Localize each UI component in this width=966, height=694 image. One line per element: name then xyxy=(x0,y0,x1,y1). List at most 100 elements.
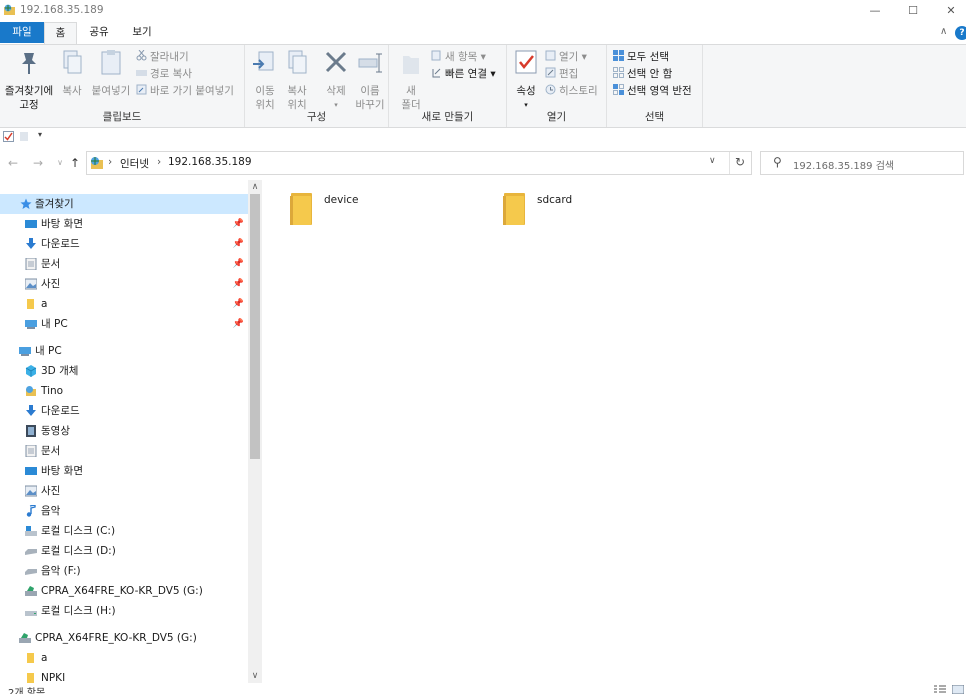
drive-icon xyxy=(25,569,37,575)
properties-checkmark-icon[interactable] xyxy=(3,131,14,142)
sidebar-item-a[interactable]: a 📌 xyxy=(0,294,248,314)
sidebar-item-drive-h[interactable]: 로컬 디스크 (H:) xyxy=(0,601,248,621)
sidebar-item-drive-d[interactable]: 로컬 디스크 (D:) xyxy=(0,541,248,561)
folder-item-device[interactable]: device xyxy=(288,188,438,228)
refresh-button[interactable]: ↻ xyxy=(735,155,745,169)
breadcrumb-separator[interactable]: › xyxy=(157,156,161,168)
scroll-thumb[interactable] xyxy=(250,194,260,459)
folder-name: sdcard xyxy=(537,194,573,206)
open-group: 속성 ▾ 열기 ▾ 편집 히스토리 열기 xyxy=(507,45,607,127)
sidebar-item-videos[interactable]: 동영상 xyxy=(0,421,248,441)
up-button[interactable]: ↑ xyxy=(68,155,82,171)
tab-view[interactable]: 보기 xyxy=(124,22,160,43)
network-folder-icon xyxy=(4,4,15,15)
sidebar-item-music[interactable]: 음악 xyxy=(0,501,248,521)
cut-button[interactable]: 잘라내기 xyxy=(136,49,189,65)
sidebar-item-documents-pc[interactable]: 문서 xyxy=(0,441,248,461)
computer-icon xyxy=(25,320,37,329)
video-icon xyxy=(26,425,36,437)
move-to-button[interactable]: 이동 위치 xyxy=(249,48,281,112)
sidebar-item-pictures[interactable]: 사진 📌 xyxy=(0,274,248,294)
paste-shortcut-button[interactable]: 바로 가기 붙여넣기 xyxy=(136,83,234,99)
computer-icon xyxy=(19,347,31,356)
cube-icon xyxy=(25,365,37,377)
sidebar-item-3d-objects[interactable]: 3D 개체 xyxy=(0,361,248,381)
paste-button[interactable]: 붙여넣기 xyxy=(88,48,134,98)
address-bar[interactable]: › 인터넷 › 192.168.35.189 ∨ ↻ xyxy=(86,151,752,175)
maximize-button[interactable]: ☐ xyxy=(893,0,933,22)
sidebar-item-desktop[interactable]: 바탕 화면 📌 xyxy=(0,214,248,234)
forward-button[interactable]: → xyxy=(31,155,45,171)
sidebar-item-drive-c[interactable]: 로컬 디스크 (C:) xyxy=(0,521,248,541)
navigation-scrollbar[interactable]: ∧ ∨ xyxy=(248,180,262,683)
select-all-button[interactable]: 모두 선택 xyxy=(613,49,669,65)
open-button[interactable]: 열기 ▾ xyxy=(545,49,587,65)
sidebar-item-downloads-pc[interactable]: 다운로드 xyxy=(0,401,248,421)
tab-home[interactable]: 홈 xyxy=(44,22,77,45)
sidebar-item-drive-g[interactable]: CPRA_X64FRE_KO-KR_DV5 (G:) xyxy=(0,581,248,601)
sidebar-item-a-drive[interactable]: a xyxy=(0,648,248,668)
system-drive-icon xyxy=(25,526,37,536)
properties-button[interactable]: 속성 ▾ xyxy=(509,48,543,112)
copy-icon xyxy=(63,50,82,74)
sidebar-item-drive-f[interactable]: 음악 (F:) xyxy=(0,561,248,581)
sidebar-item-desktop-pc[interactable]: 바탕 화면 xyxy=(0,461,248,481)
easy-access-button[interactable]: 빠른 연결 ▾ xyxy=(431,66,496,82)
minimize-button[interactable]: — xyxy=(855,0,895,22)
close-button[interactable]: ✕ xyxy=(931,0,966,22)
usb-drive-icon xyxy=(19,633,31,643)
invert-selection-icon xyxy=(613,84,624,95)
sidebar-item-quick-access[interactable]: 즐겨찾기 xyxy=(0,194,248,214)
breadcrumb-current[interactable]: 192.168.35.189 xyxy=(168,156,252,168)
copy-to-button[interactable]: 복사 위치 xyxy=(281,48,313,112)
tab-file[interactable]: 파일 xyxy=(0,22,44,43)
edit-button[interactable]: 편집 xyxy=(545,66,578,82)
pin-icon: 📌 xyxy=(232,319,244,329)
address-history-dropdown[interactable]: ∨ xyxy=(709,156,716,166)
sidebar-item-documents[interactable]: 문서 📌 xyxy=(0,254,248,274)
status-bar: 2개 항목 xyxy=(0,683,966,694)
sidebar-item-downloads[interactable]: 다운로드 📌 xyxy=(0,234,248,254)
invert-selection-button[interactable]: 선택 영역 반전 xyxy=(613,83,692,99)
sidebar-item-drive-g-root[interactable]: CPRA_X64FRE_KO-KR_DV5 (G:) xyxy=(0,628,248,648)
organize-group: 이동 위치 복사 위치 삭제 ▾ 이름 바꾸기 구성 xyxy=(245,45,389,127)
ribbon-collapse-button[interactable]: ∧ xyxy=(940,26,947,37)
folder-item-sdcard[interactable]: sdcard xyxy=(501,188,651,228)
pin-quick-access-button[interactable]: 즐겨찾기에 고정 xyxy=(2,48,56,112)
pictures-icon xyxy=(25,485,37,497)
delete-button[interactable]: 삭제 ▾ xyxy=(317,48,355,112)
quick-access-toolbar: ▾ xyxy=(0,128,966,146)
properties-checkmark-icon xyxy=(515,50,537,74)
sidebar-item-npki[interactable]: NPKI xyxy=(0,668,248,683)
new-item-button[interactable]: 새 항목 ▾ xyxy=(431,49,486,65)
sidebar-item-pictures-pc[interactable]: 사진 xyxy=(0,481,248,501)
copy-button[interactable]: 복사 xyxy=(56,48,88,98)
rename-button[interactable]: 이름 바꾸기 xyxy=(353,48,387,112)
folder-name: device xyxy=(324,194,359,206)
details-view-icon[interactable] xyxy=(934,685,946,694)
scroll-down-arrow[interactable]: ∨ xyxy=(248,669,262,683)
drive-icon xyxy=(25,611,37,616)
help-icon[interactable]: ? xyxy=(955,26,966,40)
search-box[interactable]: ⚲ 192.168.35.189 검색 xyxy=(760,151,964,175)
ribbon: 즐겨찾기에 고정 복사 붙여넣기 잘라내기 경로 복사 바로 가기 붙여넣기 클… xyxy=(0,44,966,128)
breadcrumb-internet[interactable]: 인터넷 xyxy=(120,156,149,171)
customize-quick-access-icon[interactable]: ▾ xyxy=(38,130,42,139)
item-count: 2개 항목 xyxy=(8,688,46,694)
sidebar-item-this-pc[interactable]: 내 PC xyxy=(0,341,248,361)
large-icons-view-icon[interactable] xyxy=(952,685,964,694)
back-button[interactable]: ← xyxy=(6,155,20,171)
new-folder-button[interactable]: 새 폴더 xyxy=(393,48,429,112)
copy-path-button[interactable]: 경로 복사 xyxy=(136,66,192,82)
breadcrumb-separator[interactable]: › xyxy=(108,156,112,168)
new-folder-icon[interactable] xyxy=(19,131,29,142)
recent-locations-button[interactable]: ∨ xyxy=(53,155,67,171)
tab-share[interactable]: 공유 xyxy=(82,22,116,43)
navigation-pane: 즐겨찾기 바탕 화면 📌 다운로드 📌 문서 📌 사진 📌 a 📌 내 PC 📌… xyxy=(0,180,262,683)
select-none-button[interactable]: 선택 안 함 xyxy=(613,66,672,82)
scroll-up-arrow[interactable]: ∧ xyxy=(248,180,262,194)
document-icon xyxy=(25,445,37,457)
history-button[interactable]: 히스토리 xyxy=(545,83,598,99)
sidebar-item-this-pc-pinned[interactable]: 내 PC 📌 xyxy=(0,314,248,334)
sidebar-item-tino[interactable]: Tino xyxy=(0,381,248,401)
